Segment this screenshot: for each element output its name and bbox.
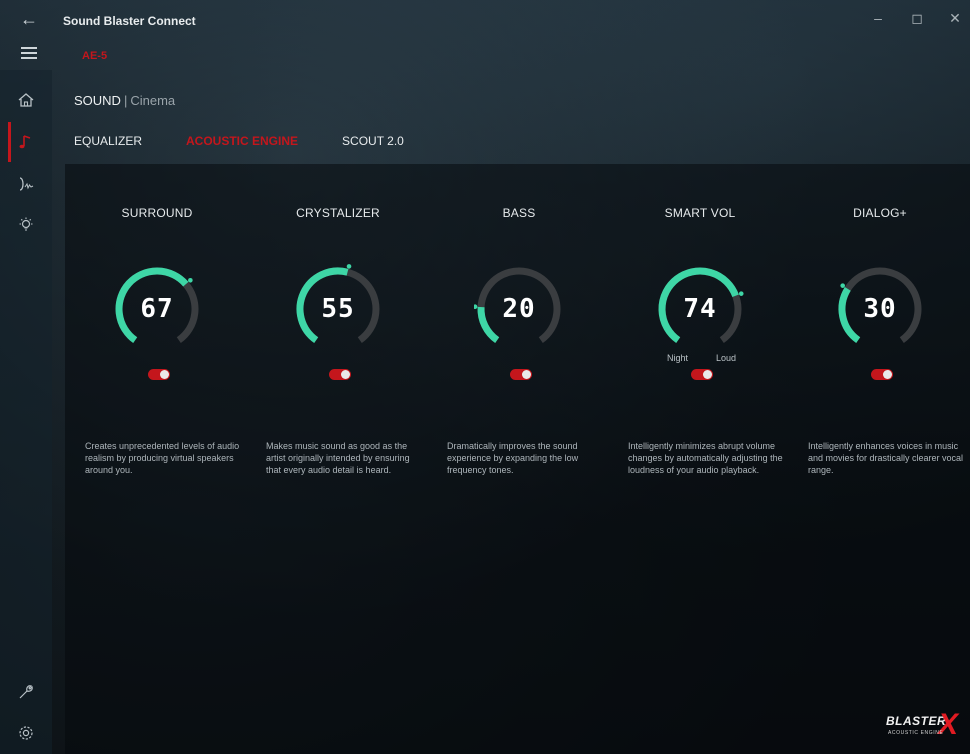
feature-title: SURROUND xyxy=(121,206,193,220)
wrench-icon[interactable] xyxy=(0,674,52,710)
surround-toggle[interactable] xyxy=(148,369,170,380)
dial-value: 20 xyxy=(502,294,536,324)
hamburger-menu-icon[interactable] xyxy=(21,47,37,62)
microphone-icon[interactable] xyxy=(0,166,52,202)
dial-value: 67 xyxy=(140,294,174,324)
feature-description: Creates unprecedented levels of audio re… xyxy=(85,441,240,475)
smart-vol-toggle[interactable] xyxy=(691,369,713,380)
tab-bar: EQUALIZER ACOUSTIC ENGINE SCOUT 2.0 xyxy=(74,134,448,148)
crystalizer-dial[interactable]: 55 xyxy=(293,264,383,354)
blasterx-logo: BLASTER X ACOUSTIC ENGINE xyxy=(886,708,959,741)
maximize-button[interactable]: ◻ xyxy=(907,10,927,27)
dial-value: 55 xyxy=(321,294,355,324)
close-button[interactable]: ✕ xyxy=(945,10,965,27)
feature-description: Dramatically improves the sound experien… xyxy=(447,441,579,475)
home-icon[interactable] xyxy=(0,82,52,118)
bass-toggle[interactable] xyxy=(510,369,532,380)
night-label: Night xyxy=(667,353,689,363)
breadcrumb: SOUND | Cinema xyxy=(74,93,175,108)
surround-dial[interactable]: 67 xyxy=(112,264,202,354)
dialog-plus-dial[interactable]: 30 xyxy=(835,264,925,354)
back-arrow-icon[interactable]: ← xyxy=(20,9,40,29)
loud-label: Loud xyxy=(716,353,737,363)
device-name: AE-5 xyxy=(82,50,108,62)
feature-title: BASS xyxy=(502,206,536,220)
dialog-plus-toggle[interactable] xyxy=(871,369,893,380)
breadcrumb-section: SOUND xyxy=(74,93,121,108)
dial-value: 74 xyxy=(683,294,717,324)
feature-title: CRYSTALIZER xyxy=(296,206,380,220)
bass-dial[interactable]: 20 xyxy=(472,264,564,354)
feature-description: Intelligently enhances voices in music a… xyxy=(808,441,964,475)
breadcrumb-profile[interactable]: Cinema xyxy=(130,93,175,108)
smart-vol-dial[interactable]: 74 xyxy=(655,264,745,354)
app-title: Sound Blaster Connect xyxy=(63,14,196,28)
tab-scout[interactable]: SCOUT 2.0 xyxy=(342,134,404,148)
breadcrumb-separator: | xyxy=(123,93,128,108)
crystalizer-toggle[interactable] xyxy=(329,369,351,380)
feature-title: SMART VOL xyxy=(664,206,736,220)
title-bar: ← Sound Blaster Connect – ◻ ✕ xyxy=(0,0,970,40)
feature-description: Makes music sound as good as the artist … xyxy=(266,441,410,475)
feature-description: Intelligently minimizes abrupt volume ch… xyxy=(628,441,783,475)
minimize-button[interactable]: – xyxy=(868,10,888,26)
music-note-icon[interactable] xyxy=(0,124,52,160)
tab-equalizer[interactable]: EQUALIZER xyxy=(74,134,142,148)
lighting-icon[interactable] xyxy=(0,207,52,243)
settings-gear-icon[interactable] xyxy=(0,715,52,751)
tab-acoustic-engine[interactable]: ACOUSTIC ENGINE xyxy=(186,134,298,148)
feature-title: DIALOG+ xyxy=(853,206,907,220)
dial-value: 30 xyxy=(863,294,897,324)
